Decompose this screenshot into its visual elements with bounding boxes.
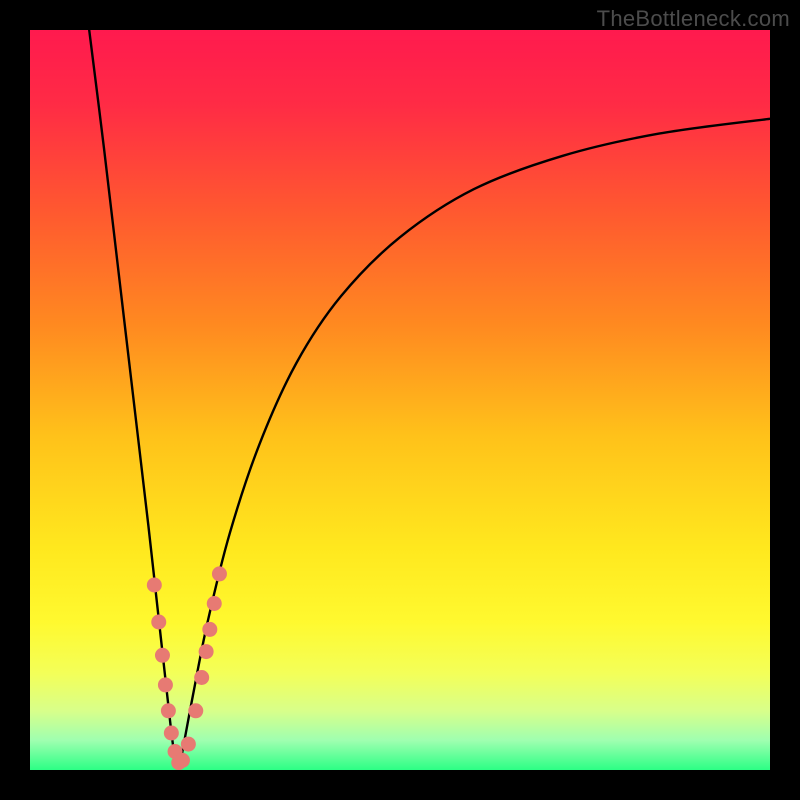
chart-svg — [30, 30, 770, 770]
bottleneck-curve — [89, 30, 770, 766]
data-markers — [147, 566, 227, 770]
chart-frame: TheBottleneck.com — [0, 0, 800, 800]
data-marker — [194, 670, 209, 685]
data-marker — [181, 737, 196, 752]
data-marker — [151, 615, 166, 630]
data-marker — [188, 703, 203, 718]
plot-area — [30, 30, 770, 770]
data-marker — [175, 753, 190, 768]
data-marker — [212, 566, 227, 581]
data-marker — [158, 677, 173, 692]
data-marker — [155, 648, 170, 663]
data-marker — [207, 596, 222, 611]
data-marker — [199, 644, 214, 659]
data-marker — [147, 578, 162, 593]
data-marker — [161, 703, 176, 718]
data-marker — [164, 726, 179, 741]
data-marker — [202, 622, 217, 637]
watermark-text: TheBottleneck.com — [597, 6, 790, 32]
curve-path — [89, 30, 770, 766]
